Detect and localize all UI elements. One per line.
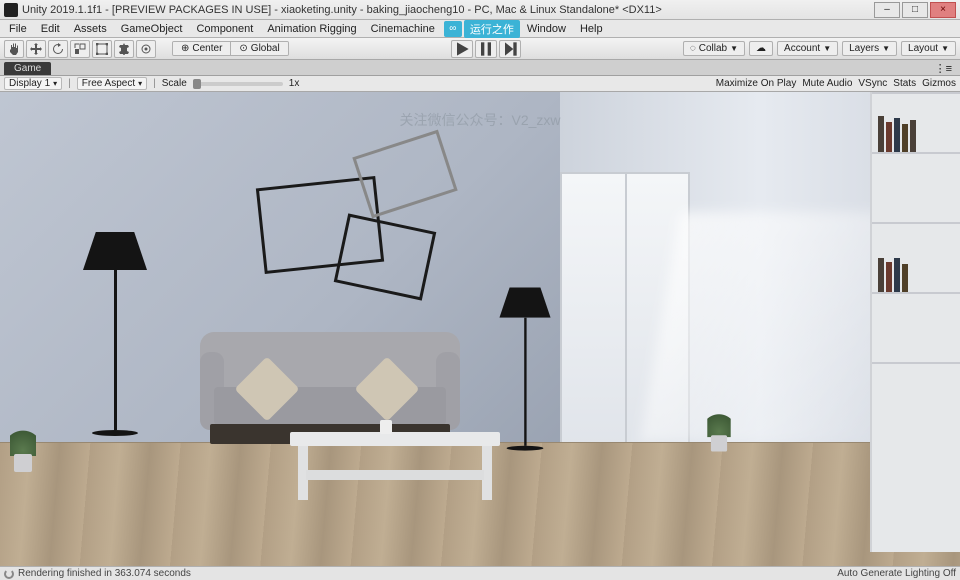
unity-icon	[4, 3, 18, 17]
center-icon: ⊕	[181, 43, 189, 54]
menu-animation-rigging[interactable]: Animation Rigging	[260, 22, 363, 36]
scale-tool-button[interactable]	[70, 40, 90, 58]
scene-coffee-table	[290, 432, 500, 512]
transform-tool-button[interactable]	[114, 40, 134, 58]
progress-icon	[4, 569, 14, 579]
vsync-toggle[interactable]: VSync	[858, 78, 887, 89]
chevron-down-icon: ▼	[730, 44, 738, 53]
window-title: Unity 2019.1.1f1 - [PREVIEW PACKAGES IN …	[22, 4, 874, 16]
cloud-button[interactable]: ☁	[749, 41, 773, 56]
status-bar: Rendering finished in 363.074 seconds Au…	[0, 566, 960, 580]
rotate-tool-button[interactable]	[48, 40, 68, 58]
main-toolbar: ⊕Center ⊙Global ◌Collab▼ ☁ Account▼ Laye…	[0, 38, 960, 60]
custom-tool-button[interactable]	[136, 40, 156, 58]
chevron-down-icon: ▾	[138, 79, 142, 88]
scale-value: 1x	[289, 78, 300, 89]
aspect-dropdown[interactable]: Free Aspect▾	[77, 77, 147, 90]
account-dropdown[interactable]: Account▼	[777, 41, 838, 56]
menu-assets[interactable]: Assets	[67, 22, 114, 36]
chevron-down-icon: ▼	[941, 44, 949, 53]
maximize-on-play-toggle[interactable]: Maximize On Play	[716, 78, 797, 89]
menu-help[interactable]: Help	[573, 22, 610, 36]
globe-icon: ⊙	[239, 43, 247, 54]
window-maximize-button[interactable]: □	[902, 2, 928, 18]
tab-game[interactable]: Game	[4, 62, 51, 75]
menu-gameobject[interactable]: GameObject	[114, 22, 190, 36]
menu-cinemachine[interactable]: Cinemachine	[364, 22, 442, 36]
lighting-status[interactable]: Auto Generate Lighting Off	[837, 568, 956, 579]
game-viewport[interactable]: 关注微信公众号：V2_zxw	[0, 92, 960, 566]
pause-button[interactable]	[475, 40, 497, 58]
collab-dropdown[interactable]: ◌Collab▼	[683, 41, 745, 56]
window-minimize-button[interactable]: –	[874, 2, 900, 18]
window-close-button[interactable]: ×	[930, 2, 956, 18]
stats-toggle[interactable]: Stats	[893, 78, 916, 89]
step-button[interactable]	[499, 40, 521, 58]
hand-tool-button[interactable]	[4, 40, 24, 58]
scene-bookshelf	[870, 92, 960, 552]
watermark-text: 关注微信公众号：V2_zxw	[0, 110, 960, 130]
scale-slider[interactable]	[193, 82, 283, 86]
gizmos-toggle[interactable]: Gizmos	[922, 78, 956, 89]
menu-edit[interactable]: Edit	[34, 22, 67, 36]
layers-dropdown[interactable]: Layers▼	[842, 41, 897, 56]
menu-window[interactable]: Window	[520, 22, 573, 36]
pivot-center-button[interactable]: ⊕Center	[173, 42, 231, 55]
move-tool-button[interactable]	[26, 40, 46, 58]
menu-bar: File Edit Assets GameObject Component An…	[0, 20, 960, 38]
plugin-highlight[interactable]: 运行之作	[464, 20, 520, 38]
scale-label: Scale	[162, 78, 187, 89]
slider-thumb[interactable]	[193, 79, 201, 89]
pivot-mode-group: ⊕Center ⊙Global	[172, 41, 289, 56]
cloud-icon[interactable]: ∞	[444, 21, 462, 37]
tab-context-button[interactable]: ⋮≡	[931, 62, 956, 75]
collab-icon: ◌	[690, 43, 696, 54]
scene-cup	[380, 420, 392, 434]
rect-tool-button[interactable]	[92, 40, 112, 58]
window-titlebar: Unity 2019.1.1f1 - [PREVIEW PACKAGES IN …	[0, 0, 960, 20]
scene-plant-left	[10, 422, 36, 472]
chevron-down-icon: ▼	[823, 44, 831, 53]
play-button[interactable]	[451, 40, 473, 58]
scene-plant-right	[707, 407, 730, 452]
chevron-down-icon: ▾	[53, 79, 57, 88]
cloud-icon: ☁	[756, 43, 766, 54]
scene-floor-lamp-left	[80, 232, 150, 436]
layout-dropdown[interactable]: Layout▼	[901, 41, 956, 56]
menu-file[interactable]: File	[2, 22, 34, 36]
game-controlbar: Display 1▾ | Free Aspect▾ | Scale 1x Max…	[0, 76, 960, 92]
status-message: Rendering finished in 363.074 seconds	[18, 568, 191, 579]
mute-audio-toggle[interactable]: Mute Audio	[802, 78, 852, 89]
pivot-global-button[interactable]: ⊙Global	[231, 42, 287, 55]
display-dropdown[interactable]: Display 1▾	[4, 77, 62, 90]
scene-floor-lamp-right	[497, 287, 553, 450]
menu-component[interactable]: Component	[189, 22, 260, 36]
chevron-down-icon: ▼	[882, 44, 890, 53]
panel-tabstrip: Game ⋮≡	[0, 60, 960, 76]
